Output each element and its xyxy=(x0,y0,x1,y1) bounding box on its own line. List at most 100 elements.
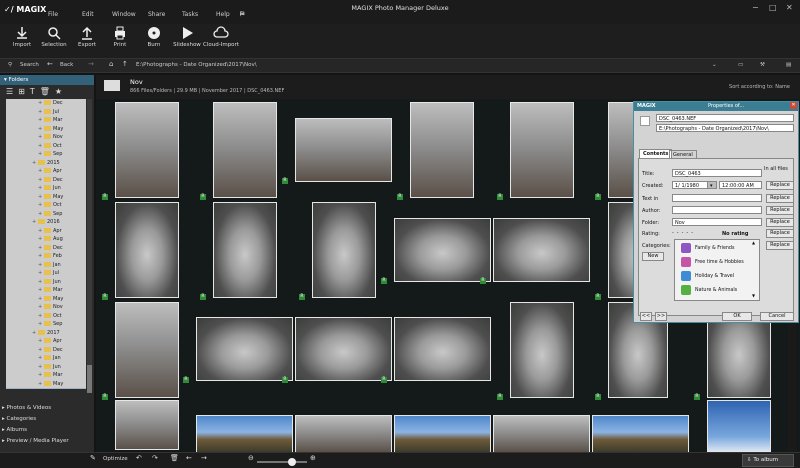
dialog-close-icon[interactable]: ✕ xyxy=(790,102,797,109)
tree-item[interactable]: + Oct xyxy=(6,312,86,321)
photo-thumbnail[interactable] xyxy=(394,218,491,282)
tree-item[interactable]: + Mar xyxy=(6,371,86,380)
photo-thumbnail[interactable] xyxy=(196,415,293,453)
menu-tasks[interactable]: Tasks xyxy=(182,11,198,18)
star-icon[interactable]: ★ xyxy=(55,87,67,96)
tree-item[interactable]: + Apr xyxy=(6,337,86,346)
tree-item[interactable]: + Sep xyxy=(6,210,86,219)
zoom-in-icon[interactable]: ⊕ xyxy=(310,454,316,462)
section-categories[interactable]: ▸ Categories xyxy=(2,416,36,422)
path-field[interactable]: E:\Photographs - Date Organized\2017\Nov… xyxy=(136,62,257,68)
photo-thumbnail[interactable] xyxy=(394,415,491,453)
photo-thumbnail[interactable] xyxy=(115,400,179,450)
photo-thumbnail[interactable] xyxy=(410,102,474,198)
zoom-out-icon[interactable]: ⊖ xyxy=(248,454,254,462)
delete-icon[interactable]: 🗑 xyxy=(170,454,179,462)
tree-item[interactable]: + Aug xyxy=(6,235,86,244)
section-albums[interactable]: ▸ Albums xyxy=(2,427,27,433)
tree-item[interactable]: + Apr xyxy=(6,227,86,236)
text-in-field[interactable] xyxy=(672,194,762,202)
photo-thumbnail[interactable] xyxy=(510,102,574,198)
tree-item[interactable]: + May xyxy=(6,193,86,202)
tree-item[interactable]: + Dec xyxy=(6,99,86,108)
tree-item[interactable]: + Mar xyxy=(6,286,86,295)
tree-item[interactable]: + Apr xyxy=(6,167,86,176)
replace-text-button[interactable]: Replace xyxy=(766,194,794,203)
rotate-right-icon[interactable]: ↷ xyxy=(152,454,158,462)
replace-categories-button[interactable]: Replace xyxy=(766,241,794,250)
section-photos-videos[interactable]: ▸ Photos & Videos xyxy=(2,405,51,411)
minimize-icon[interactable]: − xyxy=(752,3,759,12)
tree-item[interactable]: + Dec xyxy=(6,176,86,185)
next-file-button[interactable]: >> xyxy=(655,312,667,321)
photo-thumbnail[interactable] xyxy=(295,118,392,182)
replace-author-button[interactable]: Replace xyxy=(766,206,794,215)
ok-button[interactable]: OK xyxy=(722,312,752,321)
photo-thumbnail[interactable] xyxy=(493,218,590,282)
tree-item[interactable]: +2017 xyxy=(6,329,86,338)
tree-item[interactable]: + May xyxy=(6,380,86,389)
folders-header[interactable]: ▾ Folders xyxy=(0,75,94,85)
pen-icon[interactable]: ✎ xyxy=(90,454,96,462)
tree-item[interactable]: + Jul xyxy=(6,108,86,117)
tree-item[interactable]: + Jun xyxy=(6,363,86,372)
tools-icon[interactable]: ⚒ xyxy=(760,62,765,68)
layout-icon[interactable]: ▤ xyxy=(786,62,791,68)
category-item[interactable]: Holiday & Travel xyxy=(681,270,753,283)
photo-thumbnail[interactable] xyxy=(312,202,376,298)
author-field[interactable] xyxy=(672,206,762,214)
tree-item[interactable]: + Oct xyxy=(6,201,86,210)
zoom-slider-knob[interactable] xyxy=(288,458,296,466)
rotate-left-icon[interactable]: ↶ xyxy=(136,454,142,462)
cancel-button[interactable]: Cancel xyxy=(760,312,794,321)
menu-help[interactable]: Help xyxy=(216,11,230,18)
tree-scroll-thumb[interactable] xyxy=(87,365,92,393)
photo-thumbnail[interactable] xyxy=(213,102,277,198)
tree-item[interactable]: + Jan xyxy=(6,354,86,363)
photo-thumbnail[interactable] xyxy=(196,317,293,381)
photo-thumbnail[interactable] xyxy=(213,202,277,298)
folder-field[interactable]: Nov xyxy=(672,218,762,226)
next-icon[interactable]: → xyxy=(201,454,207,462)
forward-arrow-icon[interactable]: → xyxy=(88,60,94,68)
tree-item[interactable]: +2016 xyxy=(6,218,86,227)
dialog-titlebar[interactable]: MAGIX Properties of... ✕ xyxy=(634,102,798,111)
tree-item[interactable]: + Dec xyxy=(6,346,86,355)
menu-window[interactable]: Window xyxy=(112,11,136,18)
tree-item[interactable]: + Sep xyxy=(6,320,86,329)
tree-item[interactable]: + Jul xyxy=(6,269,86,278)
menu-share[interactable]: Share xyxy=(148,11,165,18)
tree-item[interactable]: +2015 xyxy=(6,159,86,168)
title-field[interactable]: DSC_0463 xyxy=(672,169,762,177)
photo-thumbnail[interactable] xyxy=(510,302,574,398)
replace-created-button[interactable]: Replace xyxy=(766,181,794,190)
trash-icon[interactable]: 🗑 xyxy=(40,87,55,96)
home-icon[interactable]: ⌂ xyxy=(109,60,113,68)
tree-item[interactable]: + Jan xyxy=(6,261,86,270)
tree-item[interactable]: + Jun xyxy=(6,278,86,287)
category-item[interactable]: Free time & Hobbies xyxy=(681,256,753,269)
tree-item[interactable]: +Nov xyxy=(6,388,86,389)
photo-thumbnail[interactable] xyxy=(115,202,179,298)
replace-folder-button[interactable]: Replace xyxy=(766,218,794,227)
search-button[interactable]: Search xyxy=(20,62,39,68)
tree-item[interactable]: + Sep xyxy=(6,150,86,159)
photo-thumbnail[interactable] xyxy=(295,317,392,381)
category-item[interactable]: Family & Friends xyxy=(681,242,753,255)
photo-thumbnail[interactable] xyxy=(115,302,179,398)
tree-item[interactable]: + May xyxy=(6,125,86,134)
tree-scrollbar[interactable] xyxy=(87,99,92,389)
optimize-button[interactable]: Optimize xyxy=(103,456,128,462)
previous-file-button[interactable]: << xyxy=(640,312,652,321)
tree-item[interactable]: + Dec xyxy=(6,244,86,253)
category-item[interactable]: Nature & Animals xyxy=(681,284,753,297)
text-icon[interactable]: T xyxy=(30,87,40,96)
view-mode-icon[interactable]: ▭ xyxy=(738,62,743,68)
back-arrow-icon[interactable]: ← xyxy=(47,60,53,68)
tree-item[interactable]: +Nov xyxy=(6,133,86,142)
back-button[interactable]: Back xyxy=(60,62,73,68)
calendar-dropdown-icon[interactable]: ▾ xyxy=(707,181,717,189)
photo-thumbnail[interactable] xyxy=(115,102,179,198)
photo-thumbnail[interactable] xyxy=(493,415,590,453)
tree-icon[interactable]: ⊞ xyxy=(18,87,30,96)
